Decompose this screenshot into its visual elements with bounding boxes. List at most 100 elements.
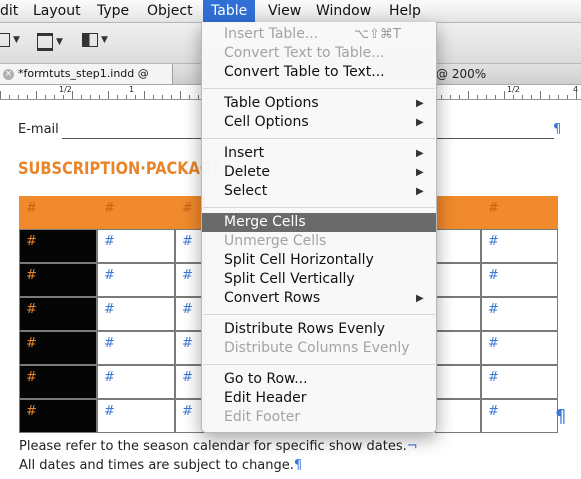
ruler-tick xyxy=(522,95,523,99)
table-cell[interactable]: # xyxy=(19,297,97,331)
fit-frame-icon xyxy=(37,33,53,51)
ruler-tick xyxy=(126,95,127,99)
document-tab[interactable]: ×*formtuts_step1.indd @ 200% xyxy=(0,64,173,100)
close-icon[interactable]: × xyxy=(3,68,14,80)
table-cell[interactable]: # xyxy=(97,399,175,433)
table-header-cell[interactable] xyxy=(435,196,481,229)
menu-layout[interactable]: Layout xyxy=(33,0,81,22)
chevron-down-icon: ▼ xyxy=(56,37,63,47)
menu-item-table-options[interactable]: Table Options ▶ xyxy=(202,94,436,113)
menu-type[interactable]: Type xyxy=(97,0,129,22)
menu-separator xyxy=(203,88,435,89)
ruler-label: 1/2 xyxy=(59,85,72,94)
menu-item-merge-cells[interactable]: Merge Cells xyxy=(202,213,436,232)
ruler-tick xyxy=(477,95,478,99)
table-cell[interactable]: # xyxy=(97,365,175,399)
menu-item-cell-options[interactable]: Cell Options ▶ xyxy=(202,113,436,132)
note-text: Please refer to the season calendar for … xyxy=(19,439,407,454)
menu-item-split-cell-vertically[interactable]: Split Cell Vertically xyxy=(202,270,436,289)
table-cell[interactable] xyxy=(435,399,481,433)
email-label: E-mail xyxy=(18,122,59,137)
table-cell[interactable] xyxy=(435,297,481,331)
table-cell[interactable] xyxy=(435,331,481,365)
menu-item-convert-table-to-text[interactable]: Convert Table to Text... xyxy=(202,63,436,82)
menu-view[interactable]: View xyxy=(268,0,301,22)
zoom-readout: @ 200% xyxy=(436,67,487,81)
ruler-tick xyxy=(495,95,496,99)
ruler-tick xyxy=(72,91,73,99)
ruler-tick xyxy=(162,95,163,99)
menu-item-insert-table[interactable]: Insert Table... ⌥⇧⌘T xyxy=(202,25,436,44)
menu-item-edit-footer[interactable]: Edit Footer xyxy=(202,408,436,427)
ruler-tick xyxy=(54,95,55,99)
table-header-cell[interactable]: # xyxy=(19,196,97,229)
menu-object[interactable]: Object xyxy=(147,0,193,22)
chevron-down-icon: ▼ xyxy=(13,35,20,45)
menu-separator xyxy=(203,314,435,315)
ruler-tick xyxy=(450,95,451,99)
submenu-arrow-icon: ▶ xyxy=(416,186,424,197)
table-cell[interactable] xyxy=(435,365,481,399)
table-menu-dropdown: Insert Table... ⌥⇧⌘T Convert Text to Tabl… xyxy=(201,22,437,433)
frame-tool-button[interactable]: ▼ xyxy=(0,33,20,51)
table-cell[interactable]: # xyxy=(19,331,97,365)
menu-item-distribute-columns-evenly[interactable]: Distribute Columns Evenly xyxy=(202,339,436,358)
frame-icon xyxy=(0,33,10,47)
table-cell[interactable] xyxy=(435,263,481,297)
menu-item-split-cell-horizontally[interactable]: Split Cell Horizontally xyxy=(202,251,436,270)
ruler-label: 1/2 xyxy=(507,85,520,94)
ruler-tick xyxy=(531,95,532,99)
note-line: All dates and times are subject to chang… xyxy=(19,458,302,473)
chevron-down-icon: ▼ xyxy=(101,35,108,45)
table-cell[interactable]: # xyxy=(481,365,558,399)
menu-item-go-to-row[interactable]: Go to Row... xyxy=(202,370,436,389)
table-cell[interactable]: # xyxy=(481,297,558,331)
note-line: Please refer to the season calendar for … xyxy=(19,439,418,454)
table-cell[interactable]: # xyxy=(97,297,175,331)
table-cell[interactable]: # xyxy=(481,263,558,297)
table-cell[interactable]: # xyxy=(97,229,175,263)
table-header-cell[interactable]: # xyxy=(97,196,175,229)
ruler-tick xyxy=(198,95,199,99)
menu-item-edit-header[interactable]: Edit Header xyxy=(202,389,436,408)
menu-item-convert-rows[interactable]: Convert Rows ▶ xyxy=(202,289,436,308)
table-cell[interactable]: # xyxy=(19,263,97,297)
ruler-tick xyxy=(486,95,487,99)
ruler-tick xyxy=(81,95,82,99)
pilcrow-mark: ¶ xyxy=(293,458,303,473)
menu-item-convert-text-to-table[interactable]: Convert Text to Table... xyxy=(202,44,436,63)
menu-table[interactable]: Table xyxy=(203,0,256,22)
section-title: SUBSCRIPTION·PACKAGE xyxy=(18,159,222,179)
table-cell[interactable]: # xyxy=(19,399,97,433)
menu-item-delete[interactable]: Delete ▶ xyxy=(202,163,436,182)
submenu-arrow-icon: ▶ xyxy=(416,117,424,128)
menu-item-select[interactable]: Select ▶ xyxy=(202,182,436,201)
table-cell[interactable]: # xyxy=(481,331,558,365)
ruler-tick xyxy=(90,95,91,99)
menu-edit[interactable]: dit xyxy=(0,0,18,22)
menu-separator xyxy=(203,364,435,365)
submenu-arrow-icon: ▶ xyxy=(416,148,424,159)
columns-icon xyxy=(82,33,98,47)
menu-item-distribute-rows-evenly[interactable]: Distribute Rows Evenly xyxy=(202,320,436,339)
ruler-tick xyxy=(9,95,10,99)
table-cell[interactable]: # xyxy=(19,229,97,263)
menu-window[interactable]: Window xyxy=(316,0,371,22)
table-cell[interactable]: # xyxy=(97,263,175,297)
menu-help[interactable]: Help xyxy=(389,0,421,22)
menu-item-unmerge-cells[interactable]: Unmerge Cells xyxy=(202,232,436,251)
table-cell[interactable] xyxy=(435,229,481,263)
menu-item-insert[interactable]: Insert ▶ xyxy=(202,144,436,163)
ruler-tick xyxy=(63,95,64,99)
ruler-tick xyxy=(45,95,46,99)
table-header-cell[interactable]: # xyxy=(481,196,558,229)
table-cell[interactable]: # xyxy=(19,365,97,399)
ruler-tick xyxy=(576,91,577,99)
layout-tool-button[interactable]: ▼ xyxy=(82,33,108,51)
table-cell[interactable]: # xyxy=(97,331,175,365)
ruler-tick xyxy=(0,91,1,99)
submenu-arrow-icon: ▶ xyxy=(416,167,424,178)
table-cell[interactable]: # xyxy=(481,399,558,433)
table-cell[interactable]: # xyxy=(481,229,558,263)
fit-tool-button[interactable]: ▼ xyxy=(37,33,63,51)
